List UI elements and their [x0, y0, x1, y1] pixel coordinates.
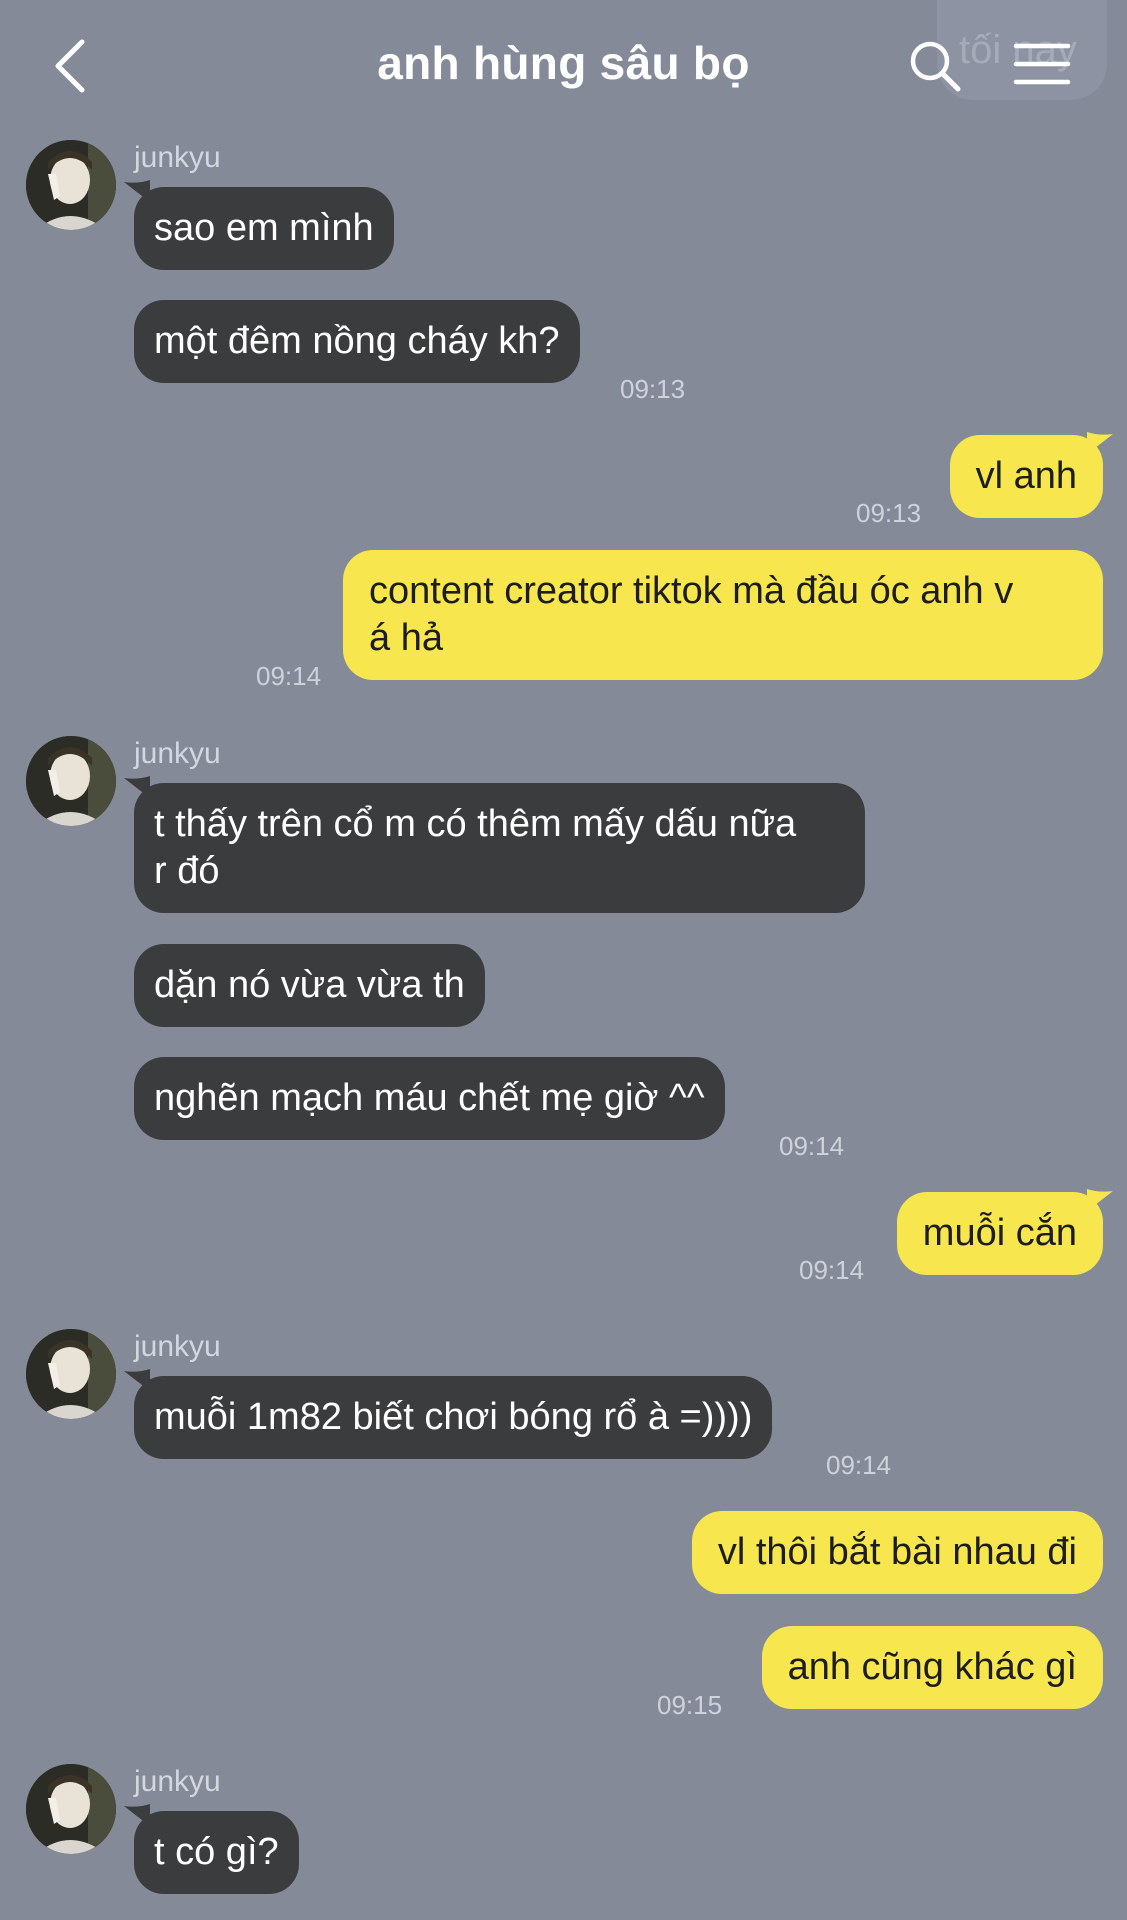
sender-name: junkyu [134, 1330, 221, 1363]
outgoing-message-bubble[interactable]: anh cũng khác gì [761, 1626, 1103, 1709]
chat-header: tối nay anh hùng sâu bọ [0, 0, 1127, 130]
menu-button[interactable] [1012, 40, 1072, 90]
profile-photo [26, 1764, 116, 1854]
avatar[interactable] [26, 1329, 116, 1419]
incoming-message-bubble[interactable]: một đêm nồng cháy kh? [134, 300, 580, 383]
outgoing-message-bubble[interactable]: content creator tiktok mà đầu óc anh v á… [343, 550, 1103, 680]
message-timestamp: 09:14 [779, 1131, 845, 1161]
outgoing-message-bubble[interactable]: vl anh [949, 435, 1103, 518]
search-icon [910, 41, 961, 92]
incoming-message-bubble[interactable]: muỗi 1m82 biết chơi bóng rổ à =)))) [134, 1376, 773, 1459]
incoming-message-bubble[interactable]: dặn nó vừa vừa th [134, 944, 485, 1027]
profile-photo [26, 1329, 116, 1419]
profile-photo [26, 736, 116, 826]
sender-name: junkyu [134, 141, 221, 174]
incoming-message-bubble[interactable]: t thấy trên cổ m có thêm mấy dấu nữa r đ… [134, 783, 865, 913]
profile-photo [26, 140, 116, 230]
outgoing-message-bubble[interactable]: vl thôi bắt bài nhau đi [691, 1511, 1103, 1594]
message-timestamp: 09:14 [826, 1450, 892, 1480]
incoming-message-bubble[interactable]: nghẽn mạch máu chết mẹ giờ ^^ [134, 1057, 725, 1140]
hamburger-menu-icon [1013, 43, 1071, 85]
message-timestamp: 09:13 [856, 498, 922, 528]
sender-name: junkyu [134, 737, 221, 770]
message-timestamp: 09:15 [657, 1690, 723, 1720]
message-timestamp: 09:13 [620, 374, 686, 404]
search-button[interactable] [905, 36, 965, 96]
avatar[interactable] [26, 1764, 116, 1854]
incoming-message-bubble[interactable]: t có gì? [134, 1811, 299, 1894]
sender-name: junkyu [134, 1765, 221, 1798]
avatar[interactable] [26, 140, 116, 230]
avatar[interactable] [26, 736, 116, 826]
message-timestamp: 09:14 [256, 661, 322, 691]
message-timestamp: 09:14 [799, 1255, 865, 1285]
outgoing-message-bubble[interactable]: muỗi cắn [896, 1192, 1103, 1275]
incoming-message-bubble[interactable]: sao em mình [134, 187, 394, 270]
